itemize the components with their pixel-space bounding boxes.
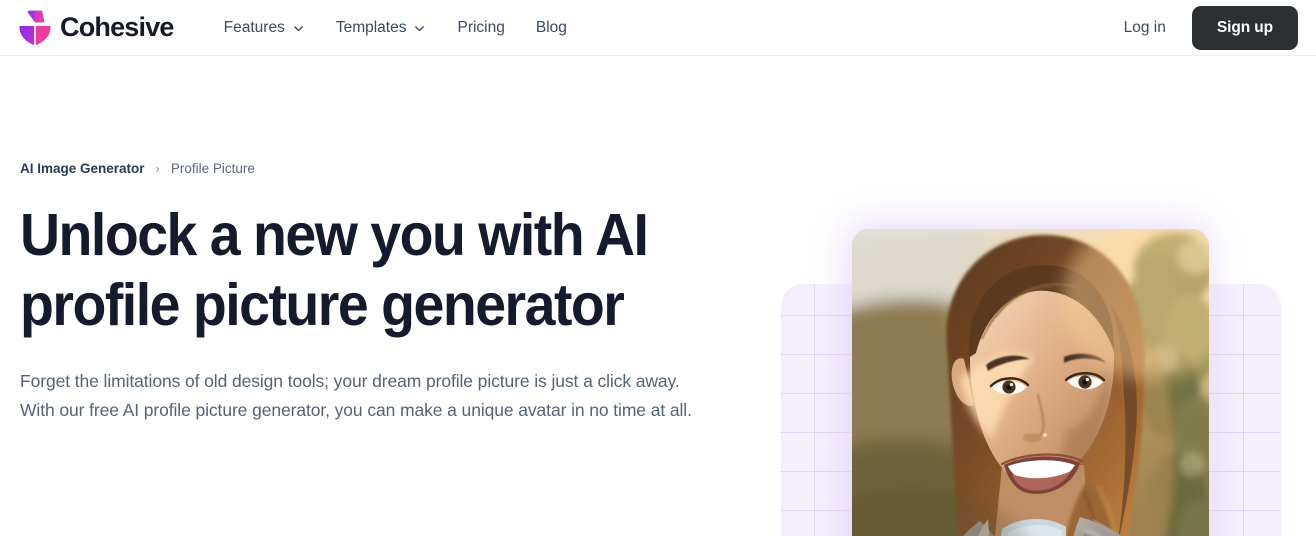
brand-logo-link[interactable]: Cohesive xyxy=(18,10,174,46)
hero-section: AI Image Generator › Profile Picture Unl… xyxy=(0,56,1316,536)
brand-name: Cohesive xyxy=(60,12,174,42)
breadcrumb-item-ai-image-generator[interactable]: AI Image Generator xyxy=(20,161,145,176)
nav-label: Pricing xyxy=(457,18,505,36)
hero-visual xyxy=(770,206,1316,536)
nav-label: Blog xyxy=(535,18,567,36)
breadcrumb-separator-icon: › xyxy=(155,161,160,176)
nav-item-pricing[interactable]: Pricing xyxy=(443,11,518,45)
site-header: Cohesive Features Templates Pricing Blog… xyxy=(0,0,1316,56)
main-nav: Features Templates Pricing Blog xyxy=(210,11,581,45)
chevron-down-icon xyxy=(413,22,426,35)
page-title: Unlock a new you with AI profile picture… xyxy=(20,202,649,339)
nav-label: Templates xyxy=(335,18,407,36)
cohesive-logo-icon xyxy=(18,10,52,46)
chevron-down-icon xyxy=(292,22,305,35)
nav-label: Features xyxy=(223,18,285,36)
hero-text-column: AI Image Generator › Profile Picture Unl… xyxy=(20,161,720,424)
breadcrumb-item-current: Profile Picture xyxy=(170,161,255,176)
profile-picture-preview xyxy=(852,229,1209,536)
hero-subtitle: Forget the limitations of old design too… xyxy=(20,371,692,420)
header-actions: Log in Sign up xyxy=(1112,5,1298,50)
nav-item-blog[interactable]: Blog xyxy=(522,11,581,45)
signup-button[interactable]: Sign up xyxy=(1191,5,1298,50)
login-link[interactable]: Log in xyxy=(1112,11,1178,45)
nav-item-templates[interactable]: Templates xyxy=(322,11,441,45)
breadcrumb: AI Image Generator › Profile Picture xyxy=(20,161,720,176)
nav-item-features[interactable]: Features xyxy=(210,11,319,45)
